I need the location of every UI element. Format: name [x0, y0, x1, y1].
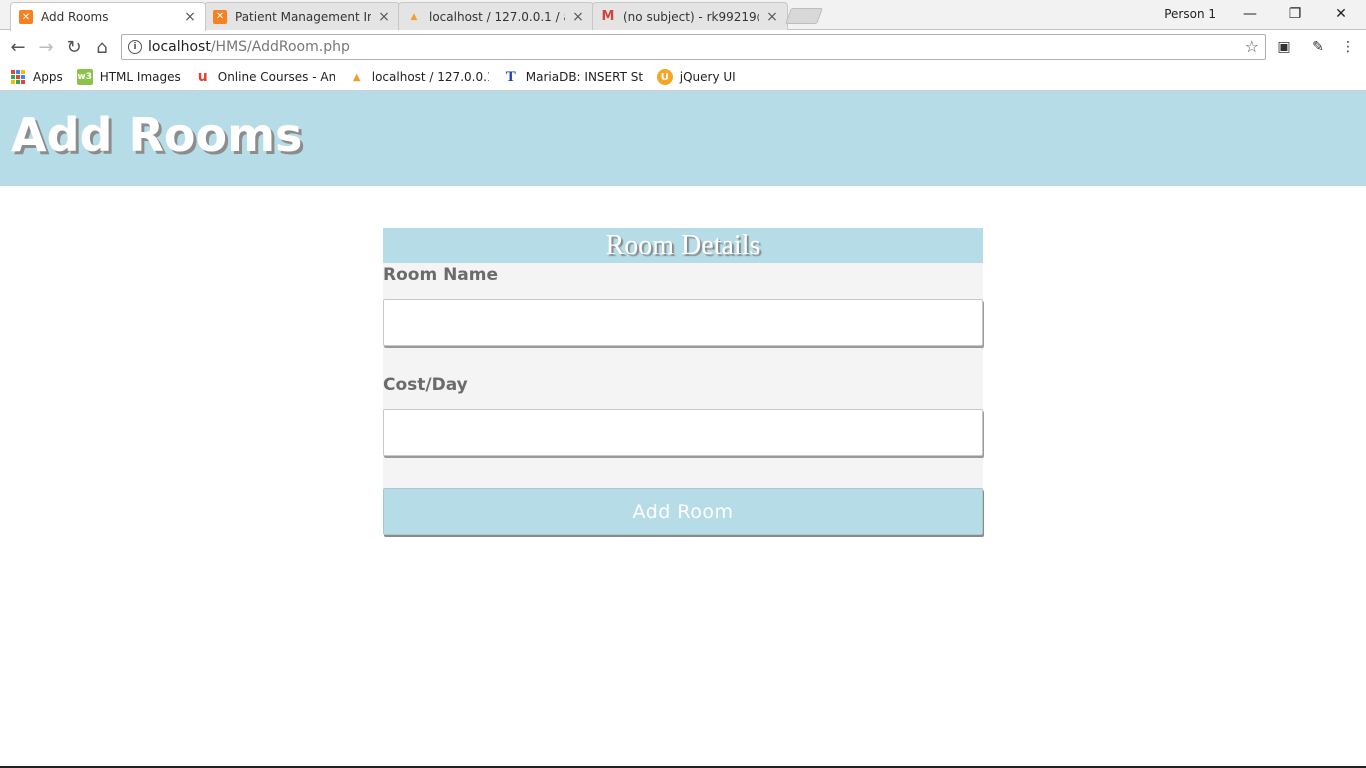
bookmark-label: jQuery UI [679, 70, 736, 84]
info-icon[interactable]: i [128, 40, 142, 54]
reload-icon[interactable]: ↻ [62, 35, 86, 59]
bookmark-jquery-ui[interactable]: U jQuery UI [656, 69, 736, 85]
bookmark-label: Apps [33, 70, 63, 84]
bookmark-html-images[interactable]: w3 HTML Images [76, 69, 181, 85]
jquery-ui-icon: U [656, 69, 673, 85]
address-bar[interactable]: i localhost/HMS/AddRoom.php ☆ [121, 34, 1266, 60]
bookmark-label: MariaDB: INSERT State [525, 70, 643, 84]
tab-strip: ✕ Add Rooms × ✕ Patient Management Info … [0, 0, 1366, 31]
bookmark-apps[interactable]: Apps [10, 69, 63, 85]
bookmark-label: HTML Images [99, 70, 181, 84]
new-tab-button[interactable] [785, 8, 823, 24]
tutorial-icon: T [505, 69, 516, 85]
page-header: Add Rooms [0, 91, 1366, 186]
tab-gmail[interactable]: M (no subject) - rk99219@gm × [592, 2, 788, 30]
add-room-button[interactable]: Add Room [383, 488, 983, 535]
phpmyadmin-icon: ▲ [352, 71, 361, 83]
bookmark-phpmyadmin[interactable]: ▲ localhost / 127.0.0.1 / [349, 69, 489, 85]
add-room-form: Room Details Room Name Cost/Day Add Room [383, 228, 983, 535]
close-tab-icon[interactable]: × [765, 10, 779, 24]
home-icon[interactable]: ⌂ [90, 35, 114, 59]
minimize-icon[interactable]: — [1227, 0, 1273, 28]
close-window-icon[interactable]: ✕ [1318, 0, 1364, 28]
tab-title: Add Rooms [41, 10, 109, 24]
room-name-label: Room Name [383, 265, 499, 285]
eyedropper-extension-icon[interactable]: ✎ [1309, 38, 1327, 56]
bookmark-online-courses[interactable]: u Online Courses - Any [195, 69, 335, 85]
tab-patient-management[interactable]: ✕ Patient Management Info × [204, 2, 400, 30]
phpmyadmin-icon: ▲ [410, 11, 418, 22]
menu-icon[interactable]: ⋮ [1339, 38, 1357, 56]
bookmark-mariadb[interactable]: T MariaDB: INSERT State [503, 69, 643, 85]
tab-title: (no subject) - rk99219@gm [623, 9, 759, 24]
cost-per-day-input[interactable] [383, 409, 983, 456]
xampp-icon: ✕ [19, 10, 33, 24]
bookmark-label: Online Courses - Any [217, 70, 335, 84]
bookmark-label: localhost / 127.0.0.1 / [371, 70, 489, 84]
xampp-icon: ✕ [213, 9, 227, 24]
tab-title: Patient Management Info [235, 9, 371, 24]
forward-icon[interactable]: → [34, 35, 58, 59]
restore-icon[interactable]: ❐ [1272, 0, 1318, 28]
close-tab-icon[interactable]: × [183, 10, 197, 24]
url-path: /HMS/AddRoom.php [210, 39, 350, 55]
bookmark-star-icon[interactable]: ☆ [1245, 37, 1259, 56]
form-heading-bar: Room Details [383, 228, 983, 263]
tab-title: localhost / 127.0.0.1 / adm [429, 9, 565, 24]
bookmarks-bar: Apps w3 HTML Images u Online Courses - A… [0, 64, 1366, 91]
form-heading: Room Details [605, 230, 761, 261]
browser-toolbar: ← → ↻ ⌂ i localhost/HMS/AddRoom.php ☆ ▣ … [0, 30, 1366, 64]
back-icon[interactable]: ← [6, 35, 30, 59]
room-name-input[interactable] [383, 299, 983, 346]
gmail-icon: M [601, 9, 615, 24]
close-tab-icon[interactable]: × [571, 10, 585, 24]
extension-icon[interactable]: ▣ [1275, 38, 1293, 56]
page-title: Add Rooms [11, 108, 303, 162]
cost-per-day-label: Cost/Day [383, 375, 468, 395]
tab-add-rooms[interactable]: ✕ Add Rooms × [10, 2, 206, 31]
apps-grid-icon [10, 69, 26, 85]
udemy-icon: u [197, 69, 208, 85]
w3schools-icon: w3 [76, 69, 93, 85]
url-host: localhost [148, 39, 211, 55]
tab-phpmyadmin[interactable]: ▲ localhost / 127.0.0.1 / adm × [398, 2, 594, 30]
profile-name[interactable]: Person 1 [1164, 7, 1216, 21]
close-tab-icon[interactable]: × [377, 10, 391, 24]
